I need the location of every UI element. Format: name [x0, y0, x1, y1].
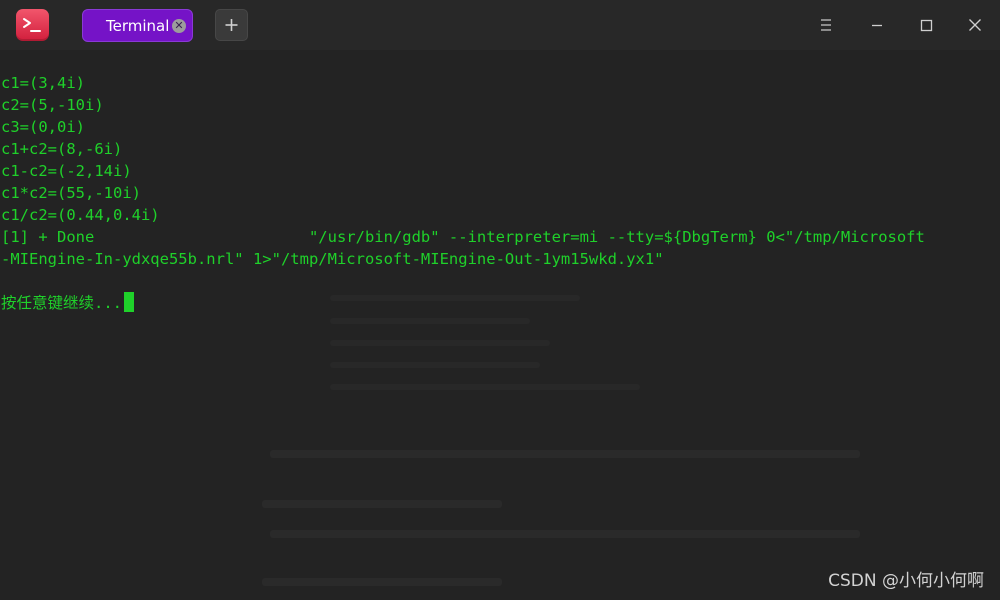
terminal-output[interactable]: c1=(3,4i) c2=(5,-10i) c3=(0,0i) c1+c2=(8,-6…: [0, 50, 1000, 600]
plus-icon: [225, 19, 238, 31]
terminal-app-icon[interactable]: [16, 9, 49, 41]
title-bar: Terminal ✕: [0, 0, 1000, 50]
new-tab-button[interactable]: [215, 9, 248, 41]
terminal-line: -MIEngine-In-ydxqe55b.nrl" 1>"/tmp/Micro…: [1, 250, 664, 268]
close-window-button[interactable]: [960, 10, 990, 40]
terminal-line: [1] + Done "/usr/bin/gdb" --interpreter=…: [1, 228, 925, 246]
close-icon[interactable]: ✕: [172, 19, 186, 33]
maximize-button[interactable]: [911, 10, 941, 40]
text-cursor: [124, 292, 134, 312]
terminal-line: c1-c2=(-2,14i): [1, 162, 132, 180]
minimize-icon: [872, 24, 882, 27]
menu-button[interactable]: [811, 10, 841, 40]
terminal-window: Terminal ✕ c1=(3,4i) c2=(5,-10i) c3=(0,0…: [0, 0, 1000, 600]
terminal-text: c1=(3,4i) c2=(5,-10i) c3=(0,0i) c1+c2=(8,-6…: [1, 72, 925, 314]
terminal-line: c1=(3,4i): [1, 74, 85, 92]
menu-icon: [821, 19, 831, 31]
terminal-line: c1/c2=(0.44,0.4i): [1, 206, 160, 224]
close-icon: [969, 19, 981, 31]
terminal-line: c2=(5,-10i): [1, 96, 104, 114]
minimize-button[interactable]: [862, 10, 892, 40]
tab-label: Terminal: [106, 17, 170, 35]
maximize-icon: [920, 19, 933, 32]
watermark: CSDN @小何小何啊: [828, 571, 984, 591]
terminal-line: c1+c2=(8,-6i): [1, 140, 123, 158]
terminal-line: c1*c2=(55,-10i): [1, 184, 141, 202]
terminal-line: 按任意键继续...: [1, 292, 925, 314]
terminal-line: c3=(0,0i): [1, 118, 85, 136]
tab-terminal[interactable]: Terminal ✕: [82, 9, 193, 42]
